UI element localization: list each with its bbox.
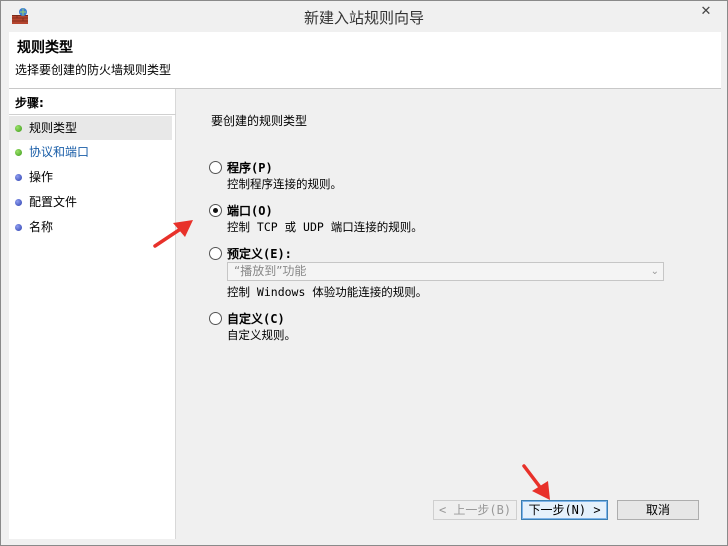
step-pending-icon xyxy=(15,224,22,231)
window-title: 新建入站规则向导 xyxy=(303,9,424,27)
close-icon: ✕ xyxy=(700,4,712,19)
step-profile[interactable]: 配置文件 xyxy=(9,190,172,214)
predefined-radio[interactable] xyxy=(209,247,222,260)
step-protocol-port[interactable]: 协议和端口 xyxy=(9,140,172,164)
option-title: 端口(O) xyxy=(227,204,273,218)
next-button[interactable]: 下一步(N) > xyxy=(521,500,608,520)
step-label: 协议和端口 xyxy=(29,145,90,159)
wizard-header: 规则类型 选择要创建的防火墙规则类型 xyxy=(9,32,721,89)
back-button[interactable]: < 上一步(B) xyxy=(433,500,517,520)
step-label: 名称 xyxy=(29,220,54,234)
option-description: 控制 TCP 或 UDP 端口连接的规则。 xyxy=(227,220,423,234)
option-description: 自定义规则。 xyxy=(227,328,296,342)
steps-panel: 步骤: 规则类型 协议和端口 操作 配置文件 名称 xyxy=(9,89,176,539)
step-name[interactable]: 名称 xyxy=(9,215,172,239)
rule-type-prompt: 要创建的规则类型 xyxy=(211,114,308,128)
title-bar: 新建入站规则向导 ✕ xyxy=(1,1,727,32)
annotation-arrow-icon xyxy=(522,464,550,500)
step-label: 配置文件 xyxy=(29,195,78,209)
step-label: 规则类型 xyxy=(29,121,78,135)
step-complete-icon xyxy=(15,125,22,132)
step-pending-icon xyxy=(15,174,22,181)
step-complete-icon xyxy=(15,149,22,156)
custom-radio[interactable] xyxy=(209,312,222,325)
program-radio[interactable] xyxy=(209,161,222,174)
main-panel: 要创建的规则类型 程序(P) 控制程序连接的规则。 端口(O) 控制 TCP 或… xyxy=(177,89,721,539)
predefined-select[interactable]: “播放到”功能 ⌄ xyxy=(227,262,664,281)
step-action[interactable]: 操作 xyxy=(9,165,172,189)
option-description: 控制程序连接的规则。 xyxy=(227,177,342,191)
option-title: 自定义(C) xyxy=(227,312,285,326)
port-radio[interactable] xyxy=(209,204,222,217)
step-rule-type[interactable]: 规则类型 xyxy=(9,116,172,140)
page-description: 选择要创建的防火墙规则类型 xyxy=(15,63,172,77)
chevron-down-icon: ⌄ xyxy=(650,266,659,277)
cancel-button[interactable]: 取消 xyxy=(617,500,699,520)
close-button[interactable]: ✕ xyxy=(689,2,723,22)
option-description: 控制 Windows 体验功能连接的规则。 xyxy=(227,285,428,299)
annotation-arrow-icon xyxy=(153,220,193,248)
select-value: “播放到”功能 xyxy=(234,264,307,278)
steps-divider xyxy=(9,114,176,115)
steps-heading: 步骤: xyxy=(15,96,44,110)
page-title: 规则类型 xyxy=(17,40,73,56)
option-title: 预定义(E): xyxy=(227,247,292,261)
step-pending-icon xyxy=(15,199,22,206)
step-label: 操作 xyxy=(29,170,54,184)
option-title: 程序(P) xyxy=(227,161,273,175)
wizard-window: 新建入站规则向导 ✕ 规则类型 选择要创建的防火墙规则类型 步骤: 规则类型 协… xyxy=(0,0,728,546)
